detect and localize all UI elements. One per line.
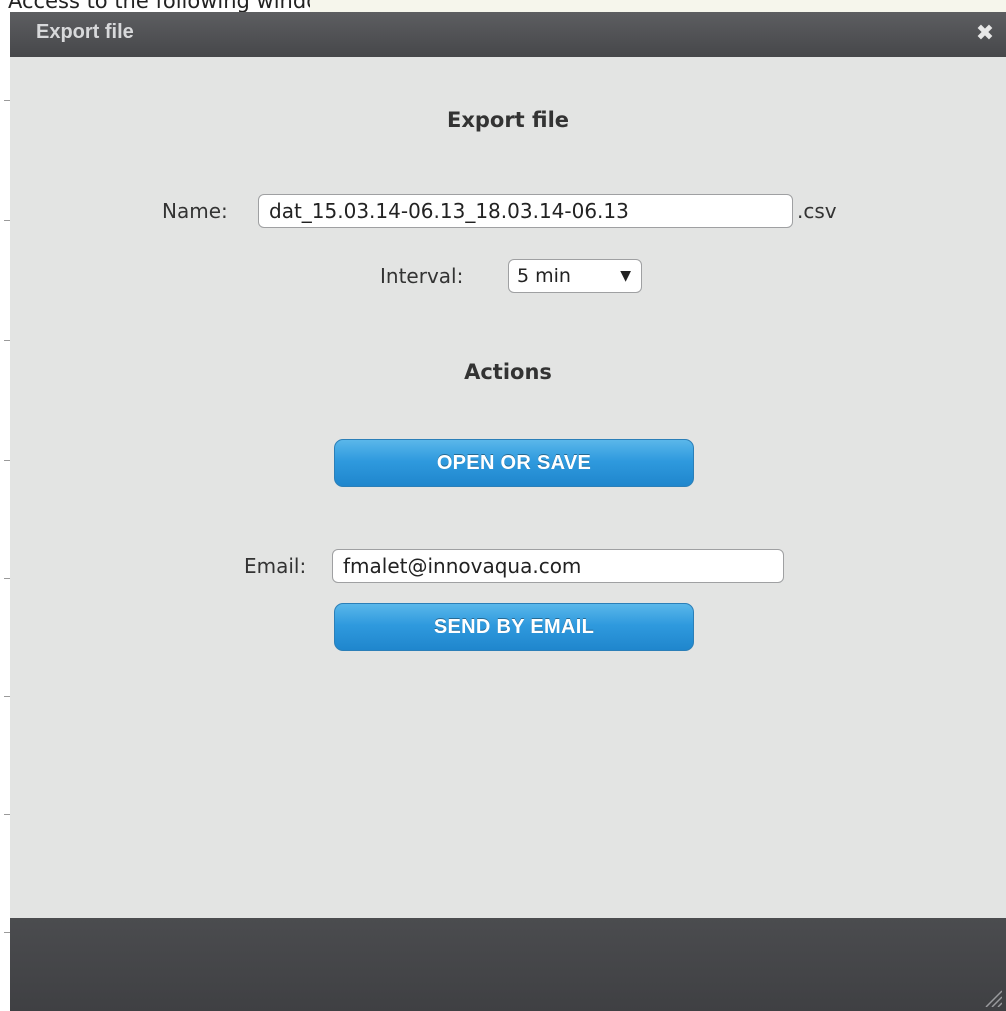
- interval-label: Interval:: [380, 264, 464, 288]
- export-heading: Export file: [446, 108, 570, 132]
- send-by-email-button[interactable]: SEND BY EMAIL: [334, 603, 694, 651]
- open-or-save-button[interactable]: OPEN OR SAVE: [334, 439, 694, 487]
- interval-selected-value: 5 min: [517, 265, 571, 287]
- email-label: Email:: [244, 554, 307, 578]
- file-extension-label: .csv: [797, 199, 837, 223]
- dialog-footer: [10, 918, 1006, 1011]
- background-chart-strip: [310, 0, 1006, 12]
- email-input[interactable]: fmalet@innovaqua.com: [332, 549, 784, 583]
- resize-grip-icon[interactable]: [982, 987, 1002, 1007]
- triangle-down-icon: ▼: [620, 268, 631, 284]
- name-label: Name:: [162, 199, 228, 223]
- close-icon[interactable]: ✖: [974, 23, 996, 45]
- dialog-titlebar[interactable]: Export file ✖: [10, 12, 1006, 57]
- export-file-dialog: Export file ✖ Export file Name: dat_15.0…: [10, 12, 1006, 1011]
- interval-select[interactable]: 5 min ▼: [508, 259, 642, 293]
- file-name-input[interactable]: dat_15.03.14-06.13_18.03.14-06.13: [258, 194, 793, 228]
- actions-heading: Actions: [464, 360, 552, 384]
- dialog-title: Export file: [36, 21, 134, 43]
